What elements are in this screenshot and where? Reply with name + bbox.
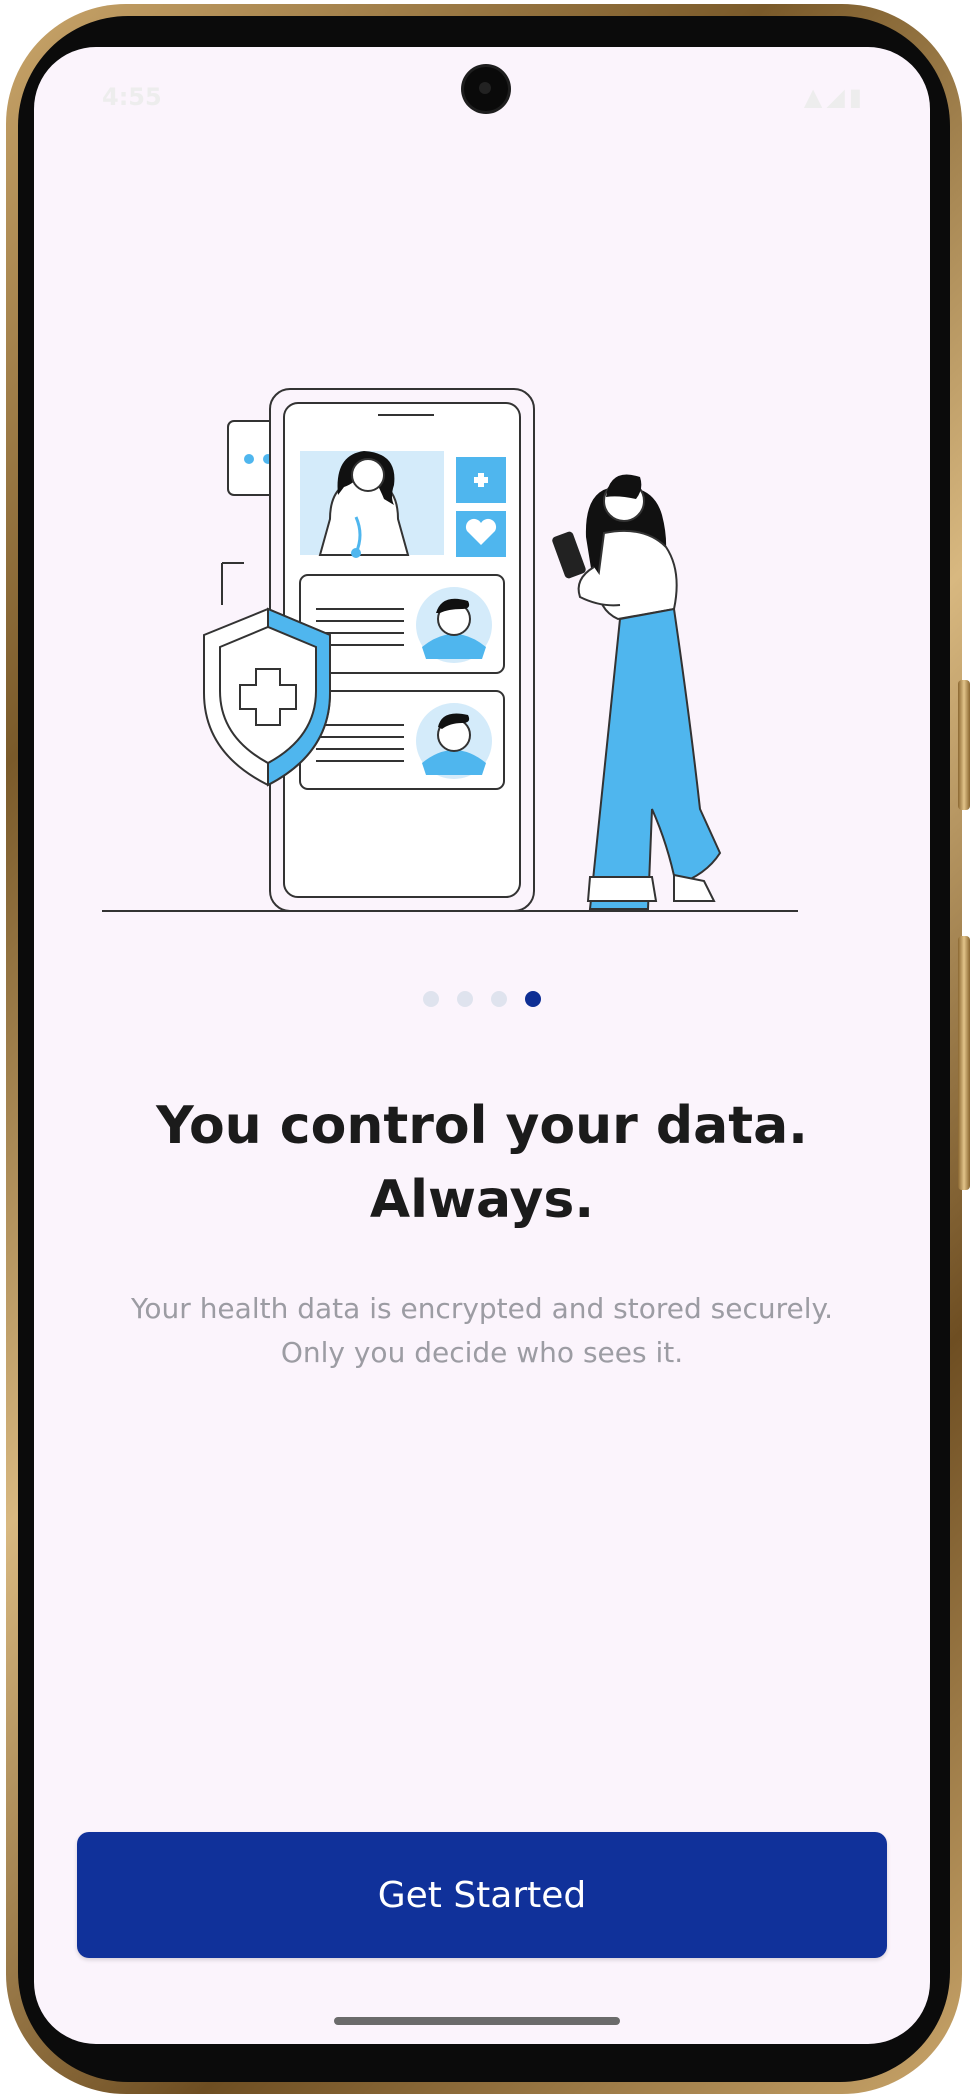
wifi-icon: ◢	[826, 83, 849, 111]
power-button	[958, 936, 970, 1190]
page-dot[interactable]	[423, 991, 439, 1007]
page-dot-active[interactable]	[525, 991, 541, 1007]
status-time: 4:55	[102, 83, 162, 111]
battery-icon: ▮	[848, 83, 866, 111]
get-started-button[interactable]: Get Started	[77, 1832, 887, 1958]
description-line: Your health data is encrypted and stored…	[131, 1292, 833, 1325]
woman-figure	[552, 474, 722, 910]
volume-button	[958, 680, 970, 810]
title-line: Always.	[369, 1170, 595, 1230]
home-indicator[interactable]	[334, 2017, 620, 2025]
page-dot[interactable]	[457, 991, 473, 1007]
signal-icon: ▲	[803, 83, 827, 111]
page-description: Your health data is encrypted and stored…	[74, 1287, 890, 1375]
description-line: Only you decide who sees it.	[280, 1336, 684, 1369]
app-screen: 4:55 ▲◢▮ You control your data. Always. …	[34, 47, 930, 2044]
page-indicator	[34, 991, 930, 1007]
page-title: You control your data. Always.	[74, 1089, 890, 1237]
onboarding-illustration	[102, 388, 798, 912]
profile-card	[299, 690, 505, 790]
status-icons: ▲◢▮	[804, 83, 866, 111]
title-line: You control your data.	[156, 1096, 808, 1156]
front-camera	[464, 67, 508, 111]
page-dot[interactable]	[491, 991, 507, 1007]
